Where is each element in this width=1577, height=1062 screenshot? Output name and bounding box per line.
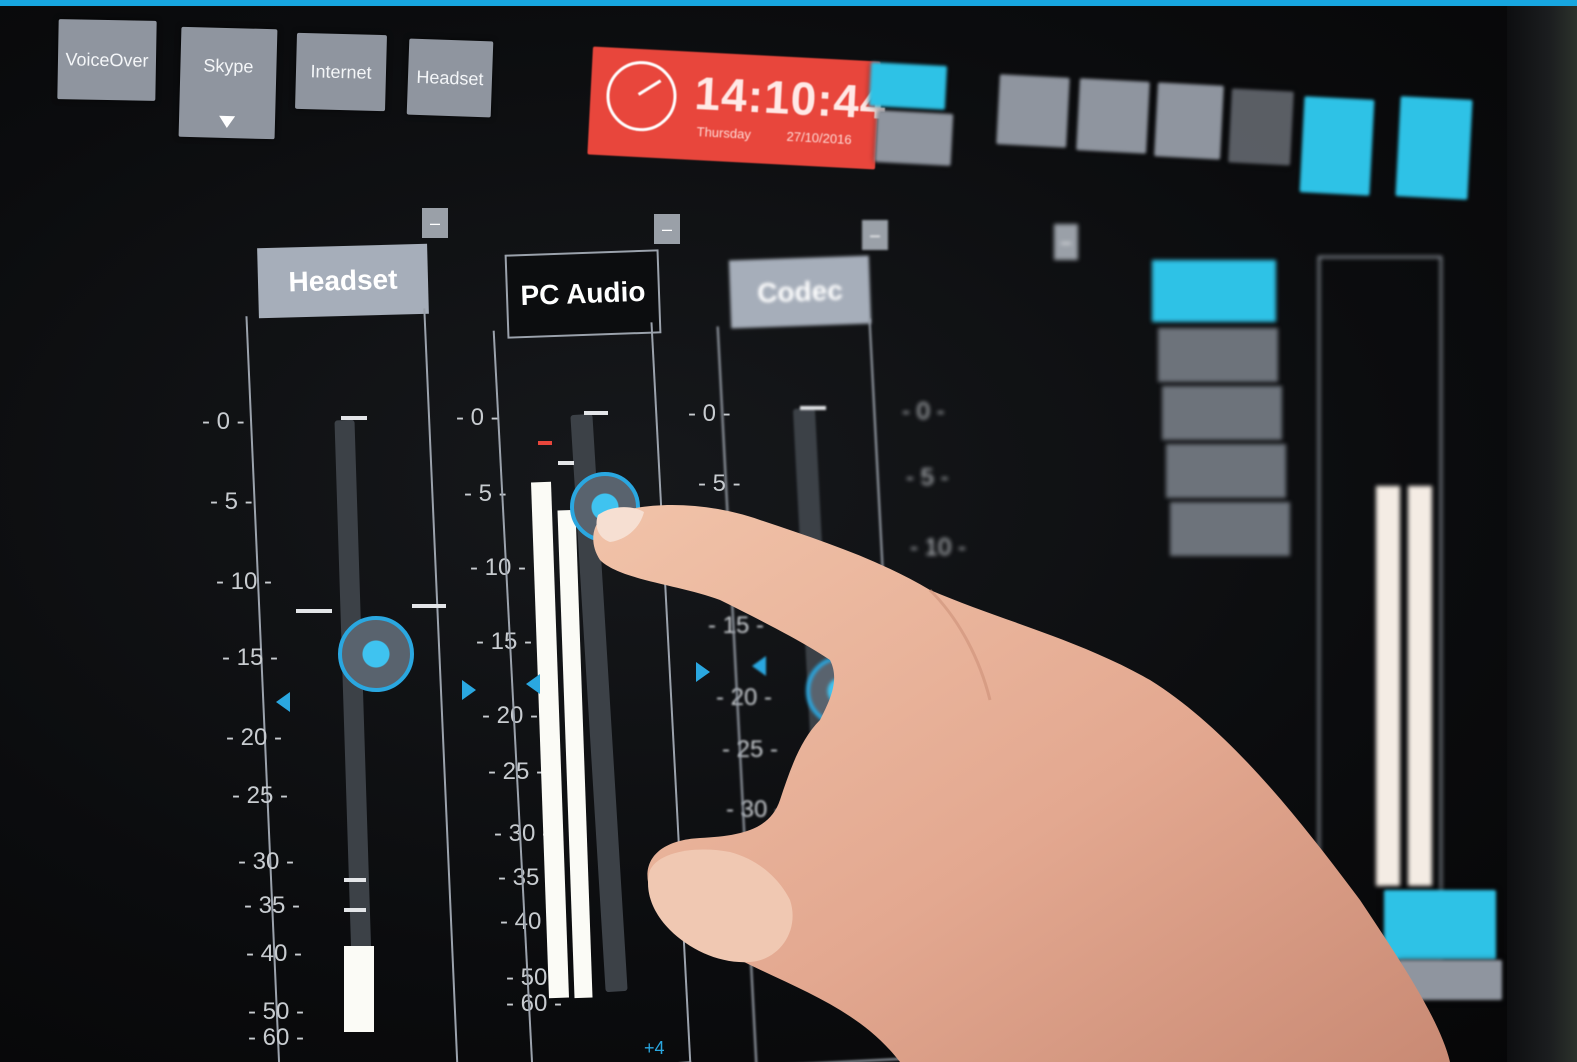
hand-photo <box>593 504 1450 1062</box>
